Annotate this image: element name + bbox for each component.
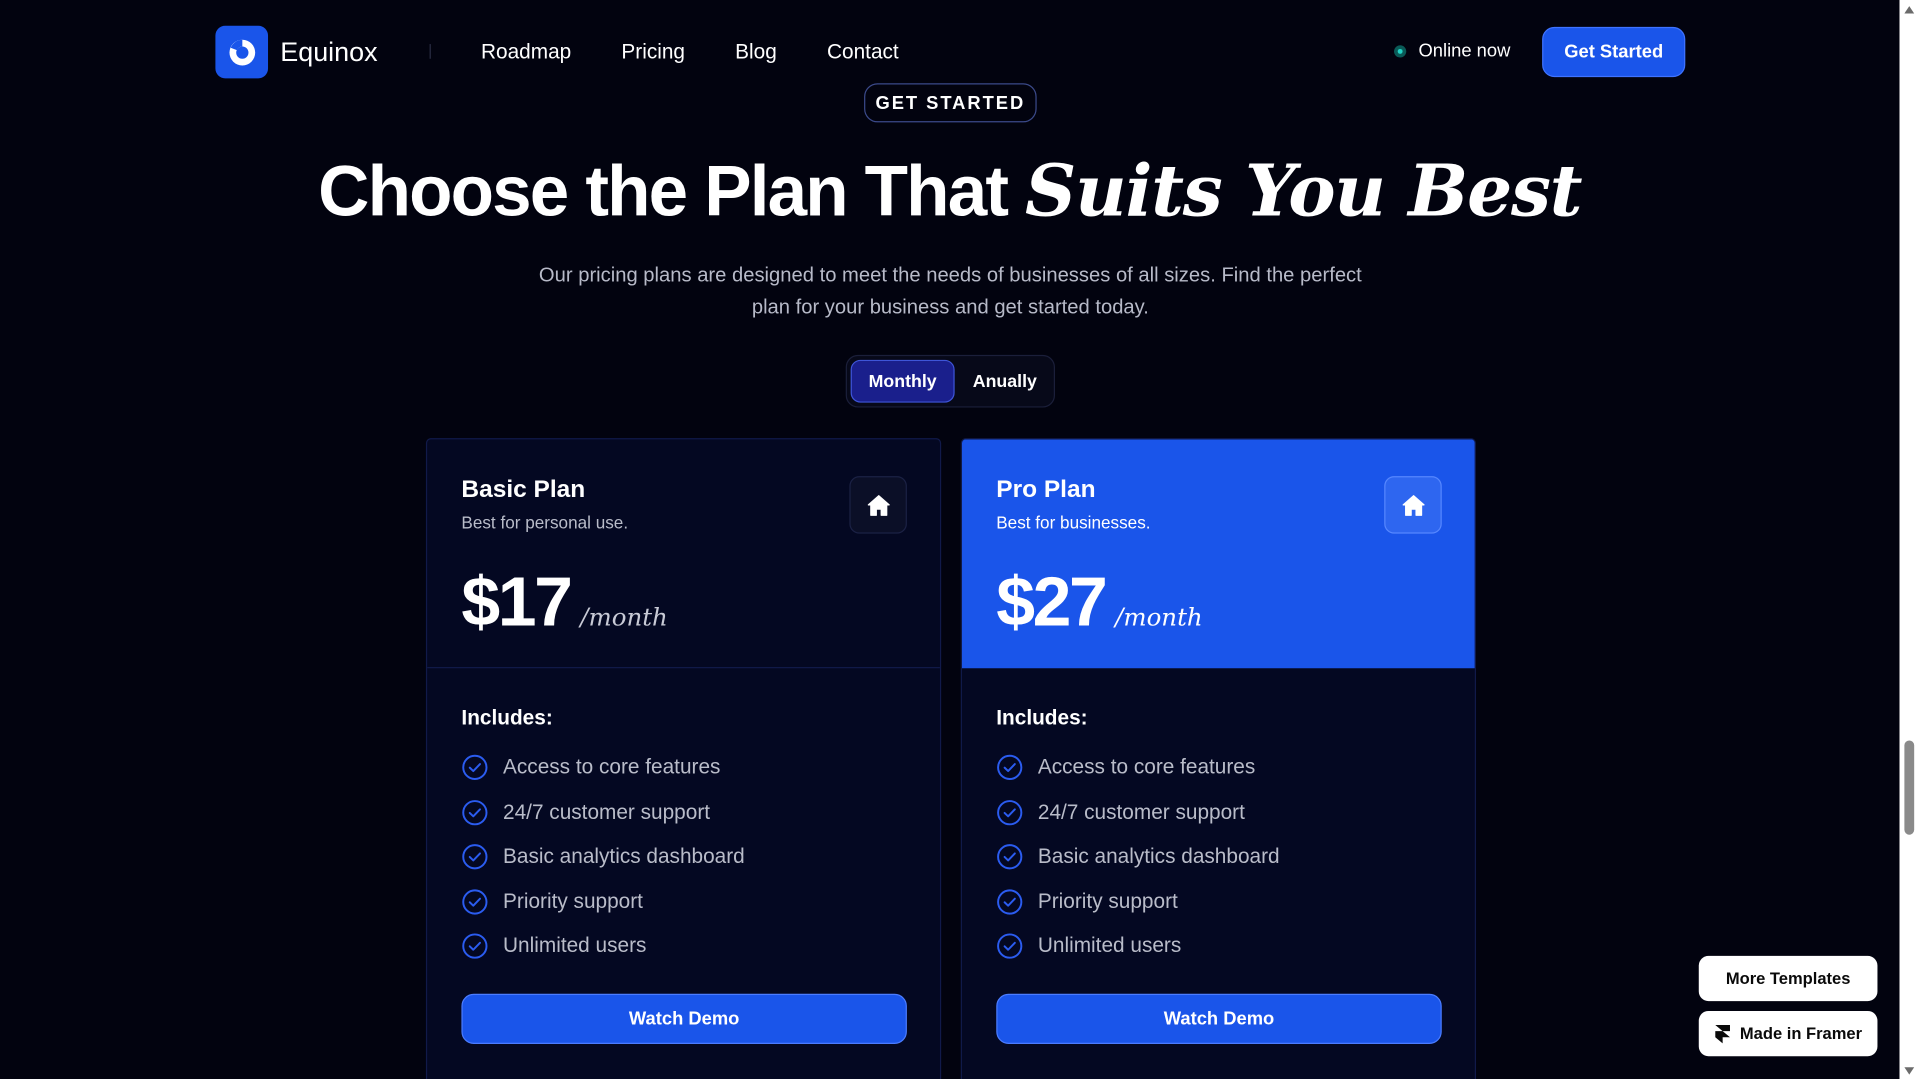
- plan-price: $27 /month: [996, 562, 1202, 643]
- made-in-framer-button[interactable]: Made in Framer: [1698, 1010, 1878, 1057]
- check-circle-icon: [461, 844, 488, 871]
- check-circle-icon: [996, 799, 1023, 826]
- nav-link-roadmap[interactable]: Roadmap: [481, 40, 571, 64]
- feature-item: Basic analytics dashboard: [996, 835, 1280, 880]
- made-in-framer-label: Made in Framer: [1739, 1024, 1863, 1043]
- includes-label: Includes:: [996, 706, 1088, 730]
- feature-label: 24/7 customer support: [503, 800, 711, 824]
- more-templates-button[interactable]: More Templates: [1698, 955, 1878, 1002]
- feature-item: Unlimited users: [461, 924, 744, 969]
- check-circle-icon: [461, 754, 488, 781]
- watch-demo-button[interactable]: Watch Demo: [461, 993, 907, 1044]
- online-status-label: Online now: [1418, 40, 1511, 62]
- nav-links: Roadmap Pricing Blog Contact: [481, 40, 899, 64]
- get-started-button[interactable]: Get Started: [1542, 26, 1686, 78]
- title-italic: Suits You Best: [1025, 149, 1583, 233]
- feature-label: Access to core features: [503, 755, 721, 779]
- check-circle-icon: [461, 799, 488, 826]
- scroll-down-arrow-icon[interactable]: [1904, 1067, 1915, 1075]
- page-title: Choose the Plan That Suits You Best: [0, 149, 1899, 232]
- card-header: Pro Plan Best for businesses. $27 /month: [961, 439, 1475, 669]
- framer-icon: [1714, 1024, 1730, 1044]
- price-value: $27: [996, 562, 1108, 642]
- section-badge: GET STARTED: [864, 83, 1037, 123]
- check-circle-icon: [996, 844, 1023, 871]
- page-subtitle: Our pricing plans are designed to meet t…: [538, 264, 1362, 319]
- check-circle-icon: [461, 933, 488, 960]
- page: Equinox Roadmap Pricing Blog Contact Onl…: [0, 0, 1919, 1079]
- feature-item: 24/7 customer support: [461, 790, 744, 835]
- toggle-annually[interactable]: Anually: [960, 360, 1051, 403]
- home-icon: [849, 476, 907, 534]
- check-circle-icon: [996, 933, 1023, 960]
- feature-list: Access to core features 24/7 customer su…: [996, 745, 1280, 969]
- check-circle-icon: [996, 888, 1023, 915]
- feature-item: Unlimited users: [996, 924, 1279, 969]
- feature-list: Access to core features 24/7 customer su…: [461, 745, 745, 969]
- plan-description: Best for personal use.: [461, 512, 629, 533]
- feature-item: Priority support: [996, 879, 1279, 924]
- plan-description: Best for businesses.: [996, 512, 1151, 533]
- feature-label: Priority support: [503, 889, 643, 913]
- online-status: Online now: [1394, 40, 1510, 61]
- feature-item: Basic analytics dashboard: [461, 835, 745, 880]
- price-period: /month: [1115, 602, 1203, 632]
- pricing-card-pro: Pro Plan Best for businesses. $27 /month…: [960, 438, 1477, 1079]
- feature-label: 24/7 customer support: [1037, 800, 1245, 824]
- plan-name: Pro Plan: [996, 476, 1096, 504]
- logo-icon: [215, 25, 269, 79]
- feature-item: Access to core features: [461, 745, 744, 790]
- plan-price: $17 /month: [461, 562, 667, 643]
- feature-label: Priority support: [1037, 889, 1178, 913]
- feature-label: Access to core features: [1037, 755, 1256, 779]
- pricing-card-basic: Basic Plan Best for personal use. $17 /m…: [425, 438, 942, 1079]
- feature-label: Basic analytics dashboard: [1037, 844, 1280, 869]
- feature-label: Unlimited users: [1037, 934, 1182, 958]
- feature-item: Priority support: [461, 879, 744, 924]
- includes-label: Includes:: [461, 706, 553, 730]
- nav-link-contact[interactable]: Contact: [827, 40, 899, 64]
- plan-name: Basic Plan: [461, 476, 586, 504]
- price-period: /month: [580, 602, 668, 632]
- brand-logo[interactable]: Equinox: [215, 25, 378, 79]
- status-dot-icon: [1394, 44, 1407, 57]
- title-plain: Choose the Plan That: [318, 151, 1009, 232]
- feature-label: Unlimited users: [503, 934, 647, 958]
- price-value: $17: [461, 562, 573, 642]
- check-circle-icon: [461, 888, 488, 915]
- home-icon: [1384, 476, 1442, 534]
- watch-demo-button[interactable]: Watch Demo: [996, 993, 1442, 1044]
- page-scrollbar[interactable]: [1899, 0, 1919, 1079]
- card-header: Basic Plan Best for personal use. $17 /m…: [427, 439, 940, 669]
- feature-item: Access to core features: [996, 745, 1279, 790]
- feature-label: Basic analytics dashboard: [503, 844, 745, 869]
- nav-divider: [429, 44, 431, 59]
- billing-toggle: Monthly Anually: [845, 354, 1056, 408]
- toggle-monthly[interactable]: Monthly: [850, 359, 955, 403]
- scroll-up-arrow-icon[interactable]: [1904, 6, 1915, 14]
- brand-name: Equinox: [280, 36, 378, 67]
- scroll-thumb[interactable]: [1904, 740, 1915, 835]
- nav-link-blog[interactable]: Blog: [735, 40, 777, 64]
- nav-link-pricing[interactable]: Pricing: [621, 40, 685, 64]
- check-circle-icon: [996, 754, 1023, 781]
- feature-item: 24/7 customer support: [996, 790, 1279, 835]
